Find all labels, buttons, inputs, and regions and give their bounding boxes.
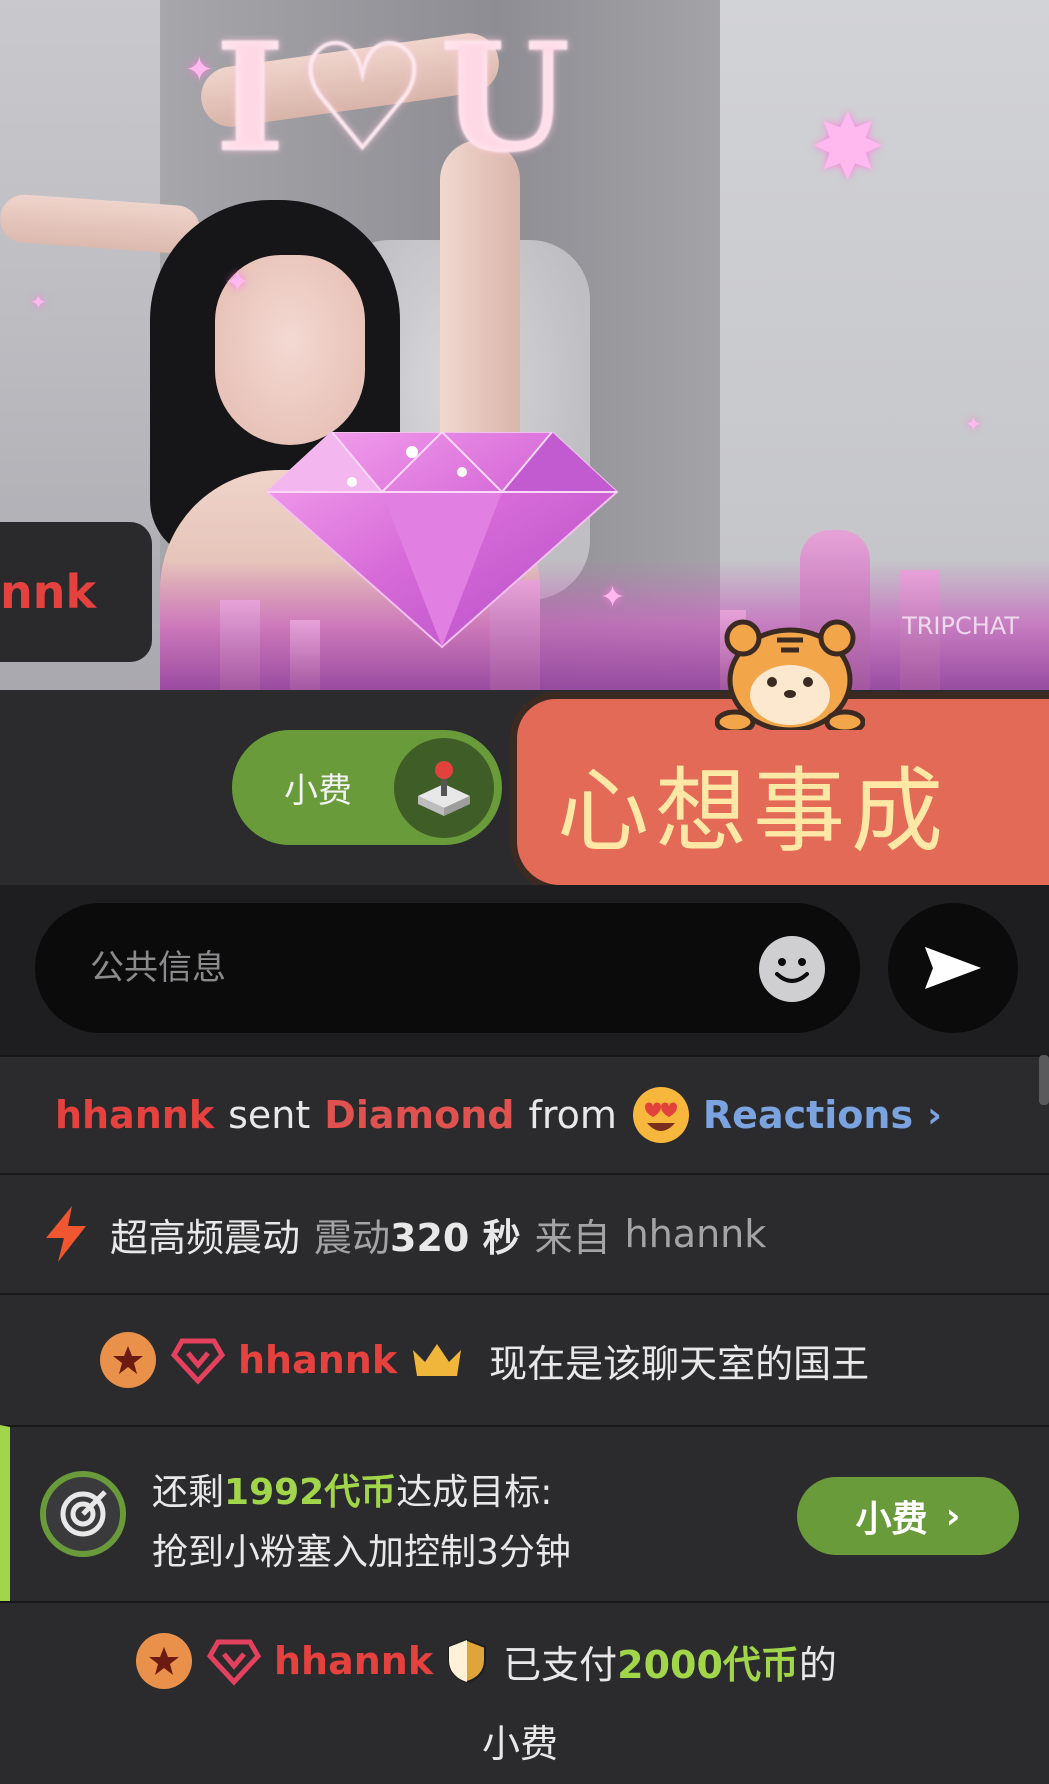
tip-paid-line-1: hhannk 已支付 2000代币的 bbox=[136, 1633, 837, 1689]
send-icon bbox=[925, 947, 981, 989]
gift-from: from bbox=[528, 1093, 617, 1137]
wish-sticker: 心想事成 bbox=[500, 600, 1049, 900]
i-love-u-effect: I♡U bbox=[215, 10, 581, 186]
video-stream[interactable]: I♡U ✦ ✸ ✦ ✦ ✦ ✦ nnk TRIPCHAT bbox=[0, 0, 1049, 690]
tip-bar: 小费 心想事成 bbox=[0, 619, 1049, 892]
chat-scrollbar[interactable] bbox=[1039, 1055, 1049, 1105]
chat-goal-notice: 还剩1992代币达成目标: 抢到小粉塞入加控制3分钟 小费 › bbox=[0, 1425, 1049, 1601]
vibration-from: 来自 bbox=[534, 1215, 611, 1260]
heart-gem-icon bbox=[170, 1335, 226, 1385]
chat-username[interactable]: hhannk bbox=[55, 1093, 214, 1137]
message-box[interactable] bbox=[35, 903, 860, 1033]
emoji-icon[interactable] bbox=[759, 936, 825, 1002]
gift-verb: sent bbox=[228, 1093, 311, 1137]
goal-tip-button[interactable]: 小费 › bbox=[797, 1477, 1019, 1555]
sparkle-icon: ✦ bbox=[225, 265, 251, 300]
sparkle-icon: ✦ bbox=[30, 290, 47, 314]
tip-button[interactable]: 小费 bbox=[232, 730, 502, 845]
streamer-name-tag[interactable]: nnk bbox=[0, 522, 152, 662]
tip-paid-line-2: 小费 bbox=[482, 1722, 559, 1766]
target-icon bbox=[40, 1471, 126, 1557]
goal-description: 抢到小粉塞入加控制3分钟 bbox=[152, 1532, 571, 1573]
chat-username[interactable]: hhannk bbox=[238, 1338, 397, 1382]
chevron-right-icon[interactable]: › bbox=[927, 1095, 942, 1136]
chat-username[interactable]: hhannk bbox=[625, 1212, 767, 1256]
reactions-link[interactable]: Reactions bbox=[703, 1093, 913, 1137]
chat-message-tip-paid: hhannk 已支付 2000代币的 小费 bbox=[0, 1601, 1049, 1784]
sparkle-icon: ✦ bbox=[185, 50, 214, 90]
vibration-label: 震动 bbox=[314, 1215, 391, 1260]
chat-message-vibration: 超高频震动 震动 320 秒 来自 hhannk bbox=[0, 1173, 1049, 1293]
chat-message-king: hhannk 现在是该聊天室的国王 bbox=[0, 1293, 1049, 1425]
chevron-right-icon: › bbox=[945, 1495, 961, 1537]
gift-item: Diamond bbox=[324, 1093, 515, 1137]
shield-icon bbox=[448, 1638, 487, 1684]
tip-button-label: 小费 bbox=[284, 771, 352, 811]
joystick-icon[interactable] bbox=[394, 738, 494, 838]
chat-username[interactable]: hhannk bbox=[274, 1639, 433, 1683]
chat-message-gift: hhannk sent Diamond from Reactions › bbox=[0, 1055, 1049, 1173]
crown-icon bbox=[413, 1344, 462, 1376]
goal-line-1: 还剩1992代币达成目标: bbox=[152, 1472, 553, 1513]
heart-eyes-emoji-icon bbox=[632, 1087, 689, 1143]
sparkle-icon: ✸ bbox=[810, 95, 886, 200]
lightning-icon bbox=[46, 1206, 86, 1262]
send-button[interactable] bbox=[888, 903, 1018, 1033]
king-text: 现在是该聊天室的国王 bbox=[489, 1341, 870, 1386]
vibration-duration: 320 秒 bbox=[390, 1215, 521, 1260]
sparkle-icon: ✦ bbox=[965, 412, 982, 436]
tip-amount: 2000代币 bbox=[617, 1642, 799, 1687]
star-badge-icon bbox=[136, 1633, 192, 1689]
message-input-bar bbox=[0, 885, 1049, 1055]
star-badge-icon bbox=[100, 1332, 156, 1388]
public-message-input[interactable] bbox=[90, 948, 730, 988]
vibration-title: 超高频震动 bbox=[110, 1215, 301, 1260]
tiger-icon bbox=[715, 619, 865, 730]
goal-amount: 1992代币 bbox=[224, 1472, 397, 1513]
heart-gem-icon bbox=[206, 1636, 262, 1686]
